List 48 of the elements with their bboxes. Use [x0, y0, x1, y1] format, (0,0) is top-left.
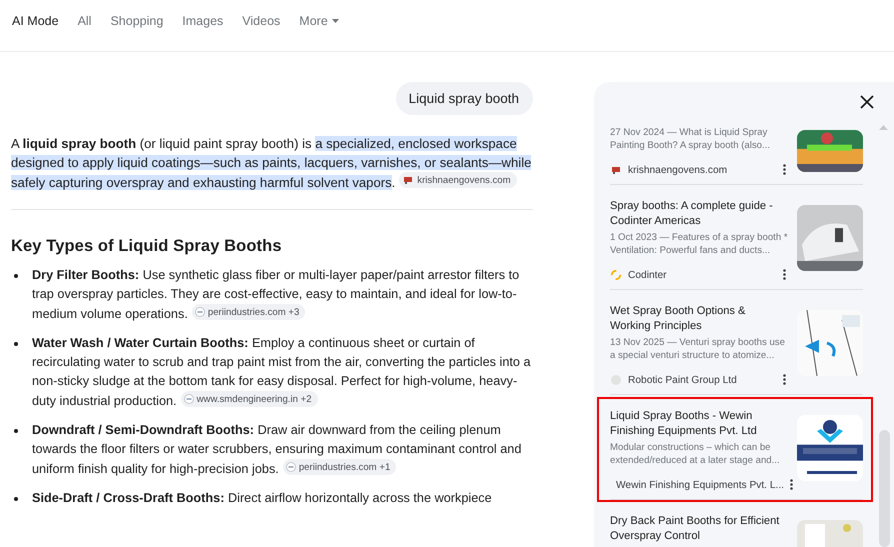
card-snippet: 13 Nov 2025 — Venturi spray booths use a special venturi structure to atomize... — [610, 337, 786, 362]
source-name: krishnaengovens.com — [628, 164, 728, 176]
card-snippet: Modular constructions – which can be extended/reduced at a later stage and... — [610, 442, 781, 467]
card-snippet: 1 Oct 2023 — Features of a spray booth * Ventilation: Powerful fans and ducts... — [610, 232, 789, 257]
site-icon — [610, 269, 622, 281]
bullet-icon — [14, 342, 18, 346]
section-heading: Key Types of Liquid Spray Booths — [11, 237, 283, 256]
card-title: Wet Spray Booth Options & Working Principles — [610, 304, 746, 334]
search-tab[interactable]: Shopping — [110, 14, 164, 28]
site-icon — [610, 164, 622, 176]
list-item-text: Side-Draft / Cross-Draft Booths: Direct airflow horizontally across the workpiece — [32, 490, 492, 507]
site-icon — [286, 462, 296, 472]
card-title: Dry Back Paint Booths for Efficient Overspray Control — [610, 514, 780, 544]
source-name: Robotic Paint Group Ltd — [628, 374, 738, 386]
bullet-icon — [14, 497, 18, 501]
source-card[interactable]: 27 Nov 2024 — What is Liquid Spray Painting Booth? A spray booth (also... krishnaengovens.com — [597, 122, 873, 187]
source-chip[interactable]: krishnaengovens.com — [399, 172, 517, 188]
more-options-icon[interactable] — [790, 479, 793, 491]
source-card[interactable]: Wet Spray Booth Options & Working Principles 13 Nov 2025 — Venturi spray booths use a special venturi structure to atomize... Robotic Paint Group Ltd — [597, 292, 873, 397]
search-tab[interactable]: AI Mode — [12, 14, 59, 28]
caret-icon — [332, 18, 339, 22]
query-bubble: Liquid spray booth — [396, 82, 533, 115]
source-name: Wewin Finishing Equipments Pvt. L... — [616, 480, 784, 490]
list-item-text: Water Wash / Water Curtain Booths: Employ a continuous sheet or curtain of recirculating water to scrub and trap paint mist from the air, converting the particles into a non-sticky sludge at the bottom tank for easy disposal. Perfect for high-volume, heavy-duty industrial production. www.smdengineering.in +2 — [32, 335, 532, 410]
search-tab[interactable]: Images — [182, 14, 224, 28]
source-card[interactable]: Spray booths: A complete guide - Codinter Americas 1 Oct 2023 — Features of a spray booth * Ventilation: Powerful fans and ducts... Codinter — [597, 187, 873, 292]
source-card[interactable]: Dry Back Paint Booths for Efficient Overspray Control — [597, 502, 873, 547]
bullet-icon — [14, 429, 18, 433]
answer-paragraph: A liquid spray booth (or liquid paint spray booth) is a specialized, enclosed workspace designed to apply liquid coatings—such as paints, lacquers, varnishes, or sealants—while safely capturing overspray and exhausting harmful solvent vapors. krishnaengovens.com — [11, 135, 532, 192]
site-icon — [184, 394, 194, 404]
card-snippet: 27 Nov 2024 — What is Liquid Spray Painting Booth? A spray booth (also... — [610, 127, 772, 152]
scrollbar-thumb[interactable] — [879, 430, 890, 547]
site-icon — [194, 307, 205, 317]
card-title: Spray booths: A complete guide - Codinter Americas — [610, 199, 774, 229]
card-title: Liquid Spray Booths - Wewin Finishing Equipments Pvt. Ltd — [610, 409, 758, 439]
source-chip[interactable]: www.smdengineering.in +2 — [180, 391, 318, 407]
bullet-icon — [14, 274, 18, 278]
list-item-text: Dry Filter Booths: Use synthetic glass fiber or multi-layer paper/paint arrestor filters to trap overspray particles. They are cost-effective, easy to maintain, and ideal for low-to-medium volume operations. periindustries.com +3 — [32, 267, 520, 323]
list-item-text: Downdraft / Semi-Downdraft Booths: Draw air downward from the ceiling plenum towards the floor filters or water scrubbers, ensuring maximum contaminant control and uniform finish quality for high-precision jobs. periindustries.com +1 — [32, 422, 522, 478]
source-chip[interactable]: periindustries.com +3 — [192, 304, 306, 320]
source-name: Codinter — [628, 270, 668, 280]
close-icon[interactable] — [860, 95, 874, 109]
more-menu[interactable]: More — [299, 14, 339, 28]
search-tab[interactable]: Videos — [242, 14, 280, 28]
source-card[interactable]: Liquid Spray Booths - Wewin Finishing Equipments Pvt. Ltd Modular constructions – which can be extended/reduced at a later stage and... Wewin Finishing Equipments Pvt. L... — [597, 397, 873, 502]
search-tab[interactable]: All — [78, 14, 92, 28]
site-icon — [402, 174, 414, 186]
source-chip[interactable]: periindustries.com +1 — [282, 459, 396, 475]
